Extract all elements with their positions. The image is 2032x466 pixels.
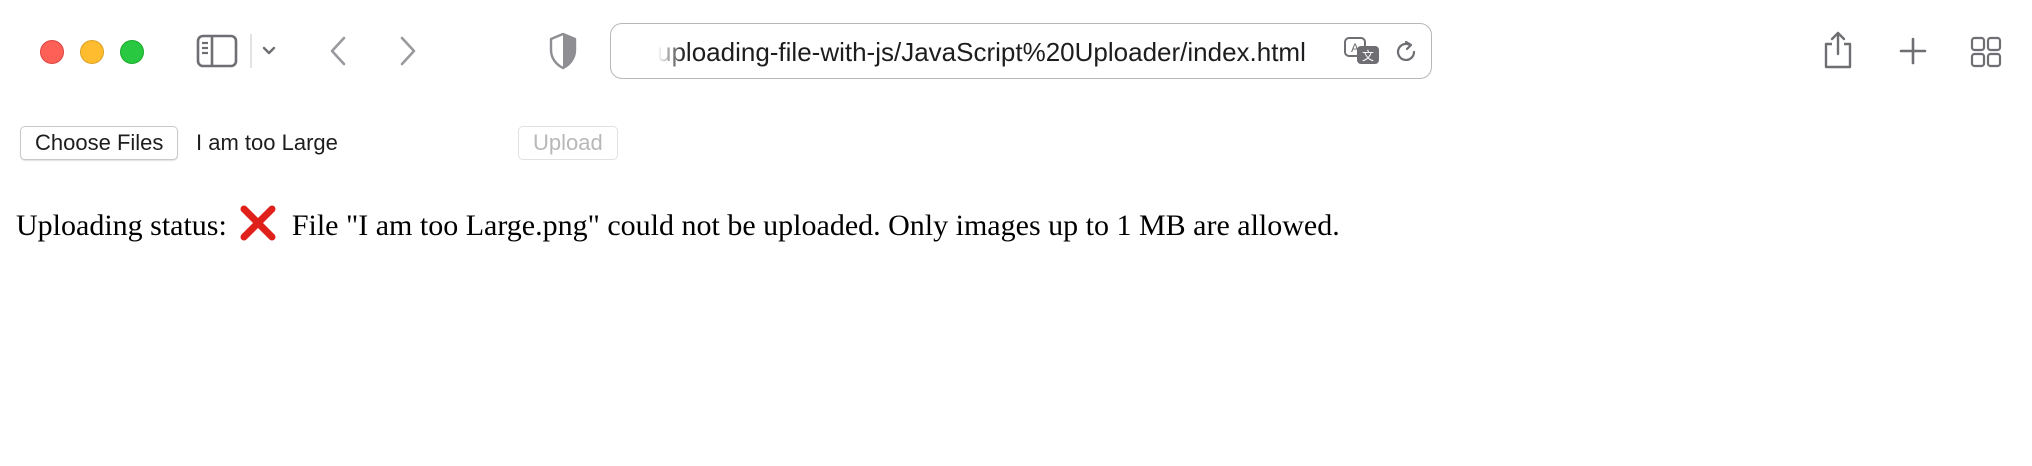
- status-message: File "I am too Large.png" could not be u…: [291, 209, 1340, 242]
- reload-icon[interactable]: [1393, 39, 1419, 65]
- window-close-button[interactable]: [40, 40, 64, 64]
- shield-icon[interactable]: [548, 32, 578, 70]
- grid-icon[interactable]: [1970, 36, 2002, 68]
- upload-button[interactable]: Upload: [518, 126, 618, 160]
- translate-icon[interactable]: A 文: [1343, 36, 1381, 66]
- chevron-right-icon[interactable]: [396, 34, 420, 68]
- url-text[interactable]: uploading-file-with-js/JavaScript%20Uplo…: [657, 24, 1337, 78]
- chevron-down-icon[interactable]: [261, 44, 277, 58]
- upload-status: Uploading status: File "I am too Large.p…: [16, 202, 1340, 250]
- cross-mark-icon: [238, 203, 278, 243]
- sidebar-icon[interactable]: [196, 34, 238, 68]
- selected-file-name: I am too Large: [196, 130, 338, 155]
- toolbar-divider: [250, 34, 252, 68]
- share-icon[interactable]: [1822, 30, 1854, 70]
- browser-toolbar: uploading-file-with-js/JavaScript%20Uplo…: [0, 0, 2032, 104]
- chevron-left-icon[interactable]: [326, 34, 350, 68]
- choose-files-button[interactable]: Choose Files: [20, 126, 179, 160]
- address-bar[interactable]: uploading-file-with-js/JavaScript%20Uplo…: [610, 23, 1432, 79]
- window-maximize-button[interactable]: [120, 40, 144, 64]
- status-label: Uploading status:: [16, 209, 227, 242]
- url-fade-overlay: [651, 28, 685, 74]
- page-content: Choose Files I am too Large Upload Uploa…: [0, 104, 2032, 466]
- plus-icon[interactable]: [1898, 36, 1928, 66]
- window-minimize-button[interactable]: [80, 40, 104, 64]
- svg-text:文: 文: [1362, 48, 1374, 63]
